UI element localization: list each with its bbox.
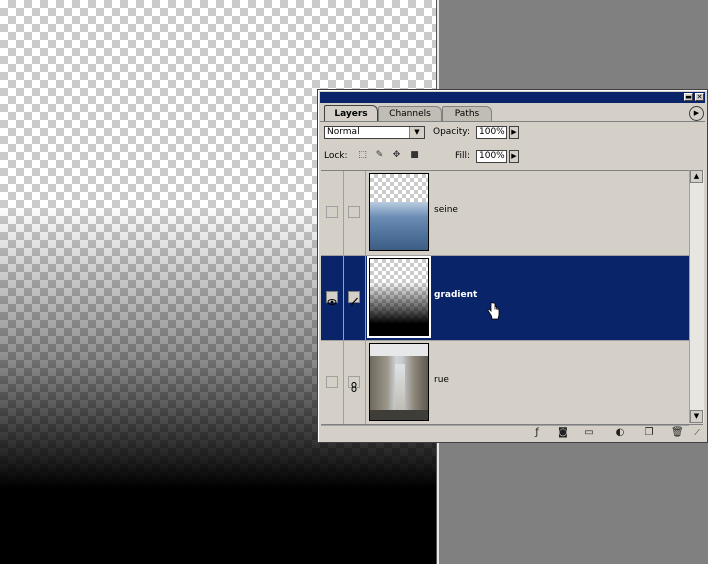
tab-channels[interactable]: Channels xyxy=(378,106,442,121)
link-cell[interactable] xyxy=(343,341,366,425)
lock-all-icon[interactable]: ■ xyxy=(409,150,420,161)
trash-icon[interactable]: 🗑 xyxy=(671,427,684,439)
add-mask-icon[interactable]: ◙ xyxy=(557,427,569,439)
eye-icon xyxy=(326,291,338,305)
layer-row-seine[interactable]: seine xyxy=(321,171,689,256)
layers-list: seine gradient rue xyxy=(321,170,689,426)
visibility-toggle xyxy=(326,206,338,218)
layer-thumbnail-gradient xyxy=(367,256,431,338)
chevron-down-icon: ▼ xyxy=(409,127,424,138)
opacity-field[interactable]: 100% xyxy=(476,126,507,139)
tab-paths[interactable]: Paths xyxy=(442,106,492,121)
visibility-cell[interactable] xyxy=(321,341,344,425)
fill-label: Fill: xyxy=(455,151,471,161)
resize-grip-icon[interactable]: ⟋ xyxy=(691,427,703,439)
lock-position-icon[interactable]: ✥ xyxy=(391,150,402,161)
new-group-icon[interactable]: ▭ xyxy=(583,427,595,439)
tab-divider xyxy=(320,121,705,122)
visibility-cell[interactable] xyxy=(321,171,344,255)
lock-paint-icon[interactable]: ✎ xyxy=(374,150,385,161)
chain-link-icon xyxy=(348,376,360,392)
palette-titlebar[interactable]: ▬ ✕ xyxy=(320,92,705,103)
fill-field[interactable]: 100% xyxy=(476,150,507,163)
link-toggle xyxy=(348,206,360,218)
lock-transparency-icon[interactable]: ⬚ xyxy=(357,150,368,161)
minimize-icon[interactable]: ▬ xyxy=(684,93,693,101)
visibility-cell[interactable] xyxy=(321,256,344,340)
layers-scrollbar[interactable]: ▲ ▼ xyxy=(689,170,704,423)
blend-mode-value: Normal xyxy=(327,127,360,137)
visibility-toggle xyxy=(326,376,338,388)
new-layer-icon[interactable]: ❐ xyxy=(643,427,655,439)
blend-mode-select[interactable]: Normal ▼ xyxy=(324,126,425,139)
palette-menu-icon[interactable]: ▶ xyxy=(689,106,704,121)
palette-footer: ƒ ◙ ▭ ◐ ❐ 🗑 ⟋ xyxy=(321,424,703,441)
lock-label: Lock: xyxy=(324,151,348,161)
scroll-down-icon[interactable]: ▼ xyxy=(690,410,703,423)
tab-layers[interactable]: Layers xyxy=(324,105,378,122)
layer-style-icon[interactable]: ƒ xyxy=(531,427,543,439)
layer-thumbnail-rue xyxy=(369,343,429,421)
hand-cursor-icon xyxy=(487,302,500,320)
layer-row-rue[interactable]: rue xyxy=(321,341,689,426)
layer-name[interactable]: gradient xyxy=(434,290,477,300)
layers-palette: ▬ ✕ Layers Channels Paths ▶ Normal ▼ Opa… xyxy=(317,89,708,443)
palette-tabs: Layers Channels Paths xyxy=(322,105,702,122)
adjustment-layer-icon[interactable]: ◐ xyxy=(614,427,626,439)
opacity-label: Opacity: xyxy=(433,127,470,137)
fill-slider-button[interactable]: ▶ xyxy=(509,150,519,163)
link-cell[interactable] xyxy=(343,171,366,255)
blend-row: Normal ▼ Opacity: 100% ▶ xyxy=(324,126,700,140)
brush-icon xyxy=(348,291,360,306)
layer-row-gradient[interactable]: gradient xyxy=(321,256,689,341)
lock-row: Lock: ⬚ ✎ ✥ ■ Fill: 100% ▶ xyxy=(324,150,700,164)
opacity-slider-button[interactable]: ▶ xyxy=(509,126,519,139)
layer-name[interactable]: rue xyxy=(434,375,449,385)
layer-thumbnail-seine xyxy=(369,173,429,251)
close-icon[interactable]: ✕ xyxy=(695,93,704,101)
link-cell[interactable] xyxy=(343,256,366,340)
scroll-up-icon[interactable]: ▲ xyxy=(690,170,703,183)
layer-name[interactable]: seine xyxy=(434,205,458,215)
